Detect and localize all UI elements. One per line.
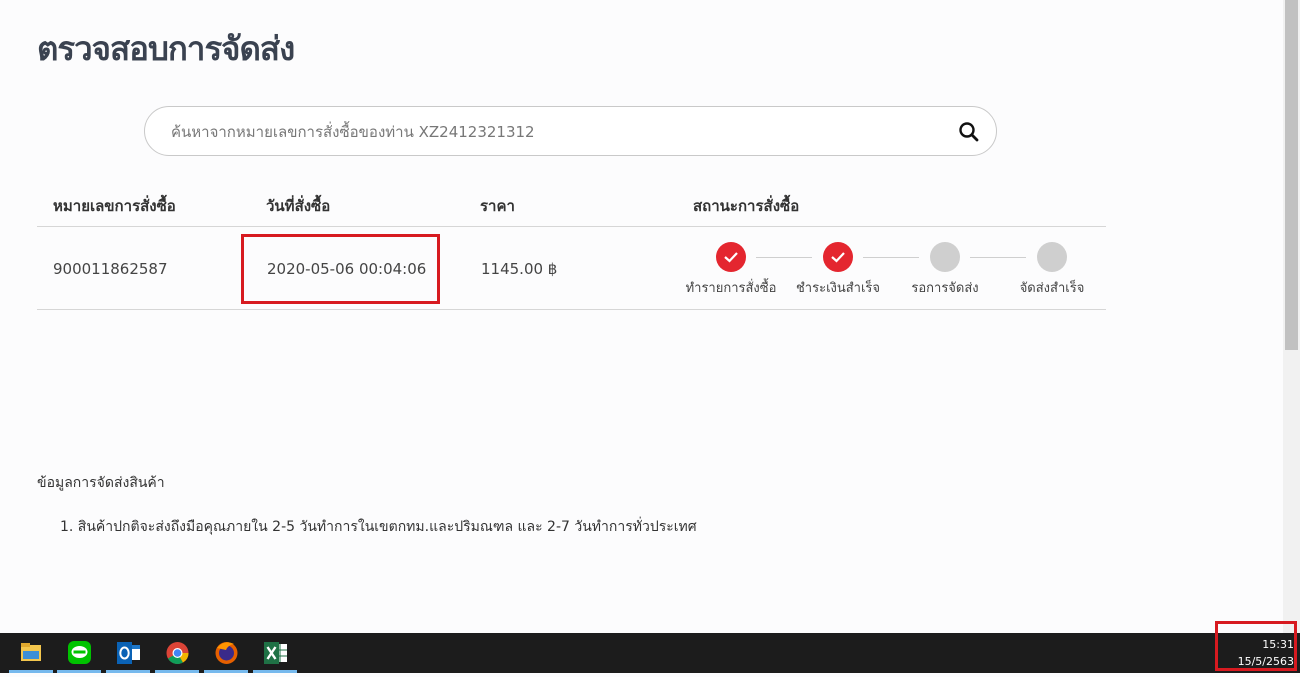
step-paid-check-icon — [823, 242, 853, 272]
search-box — [144, 106, 997, 156]
header-price: ราคา — [480, 197, 515, 215]
taskbar: 15:31 15/5/2563 — [0, 633, 1300, 673]
order-number: 900011862587 — [53, 260, 168, 278]
file-explorer-icon[interactable] — [7, 633, 55, 673]
row-divider — [37, 309, 1106, 310]
vertical-scrollbar[interactable] — [1283, 0, 1300, 633]
step-connector — [970, 257, 1026, 258]
step-ordered-check-icon — [716, 242, 746, 272]
search-icon[interactable] — [956, 119, 982, 145]
clock-highlight-box — [1215, 621, 1297, 671]
step-delivered-dot — [1037, 242, 1067, 272]
firefox-icon[interactable] — [202, 633, 250, 673]
header-divider — [37, 226, 1106, 227]
shipping-info-item: 1. สินค้าปกติจะส่งถึงมือคุณภายใน 2-5 วัน… — [60, 519, 697, 535]
line-icon[interactable] — [55, 633, 103, 673]
step-connector — [863, 257, 919, 258]
step-label-awaiting-shipment: รอการจัดส่ง — [911, 281, 979, 296]
header-order-number: หมายเลขการสั่งซื้อ — [53, 197, 176, 215]
step-label-paid: ชำระเงินสำเร็จ — [795, 281, 881, 296]
shipping-info-heading: ข้อมูลการจัดส่งสินค้า — [37, 475, 165, 491]
outlook-icon[interactable] — [104, 633, 152, 673]
order-price: 1145.00 ฿ — [481, 260, 558, 278]
header-order-date: วันที่สั่งซื้อ — [266, 197, 331, 215]
step-awaiting-shipment-dot — [930, 242, 960, 272]
date-highlight-box — [241, 234, 440, 304]
scrollbar-thumb[interactable] — [1285, 0, 1298, 350]
step-label-ordered: ทำรายการสั่งซื้อ — [685, 281, 777, 296]
excel-icon[interactable] — [251, 633, 299, 673]
chrome-icon[interactable] — [153, 633, 201, 673]
search-input[interactable] — [169, 119, 933, 145]
step-label-delivered: จัดส่งสำเร็จ — [1019, 281, 1085, 296]
step-connector — [756, 257, 812, 258]
page-title: ตรวจสอบการจัดส่ง — [37, 29, 295, 68]
header-order-status: สถานะการสั่งซื้อ — [693, 197, 800, 215]
